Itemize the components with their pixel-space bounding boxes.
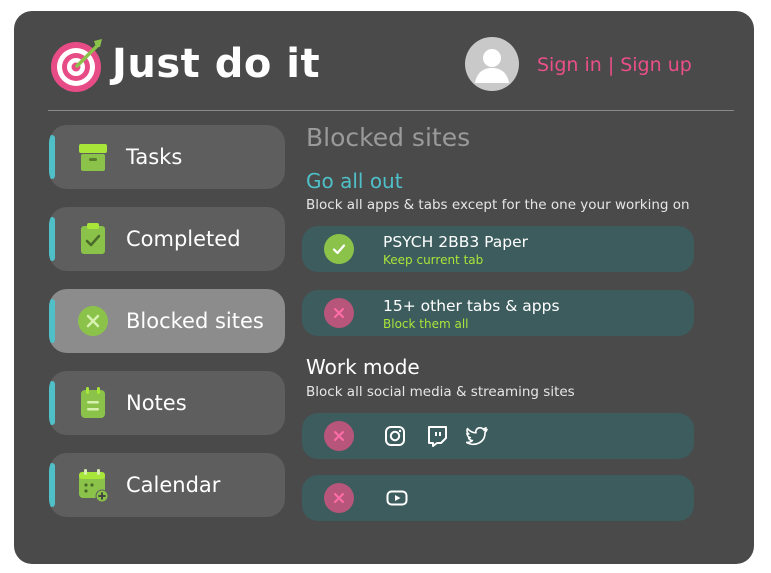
streaming-card[interactable] (302, 475, 694, 521)
blocked-toggle[interactable] (324, 298, 354, 328)
instagram-icon[interactable] (384, 425, 406, 447)
header-divider (48, 110, 734, 111)
card-subtitle: Block them all (383, 317, 469, 331)
social-media-card[interactable] (302, 413, 694, 459)
card-subtitle: Keep current tab (383, 253, 484, 267)
card-title: PSYCH 2BB3 Paper (383, 233, 529, 251)
check-icon (332, 244, 346, 255)
youtube-icon[interactable] (386, 487, 408, 509)
calendar-add-icon (79, 469, 109, 503)
sidebar-item-label: Notes (126, 391, 187, 415)
auth-links: Sign in | Sign up (537, 53, 692, 77)
x-icon (334, 308, 344, 318)
twitter-icon[interactable] (466, 425, 488, 447)
blocked-toggle[interactable] (324, 421, 354, 451)
archive-box-icon (79, 144, 107, 171)
sidebar-item-blocked-sites[interactable]: Blocked sites (49, 289, 285, 353)
sign-in-link[interactable]: Sign in (537, 53, 602, 77)
target-logo-icon (51, 39, 102, 92)
x-icon (334, 431, 344, 441)
sidebar-item-label: Calendar (126, 473, 221, 497)
blocked-toggle[interactable] (324, 483, 354, 513)
clipboard-check-icon (81, 223, 105, 254)
user-avatar-icon (475, 49, 509, 83)
sidebar-accent-bar (49, 463, 55, 507)
work-mode-description: Block all social media & streaming sites (306, 384, 575, 400)
sidebar-accent-bar (49, 299, 55, 343)
sidebar-item-label: Blocked sites (126, 309, 264, 333)
other-tabs-card[interactable]: 15+ other tabs & apps Block them all (302, 290, 694, 336)
x-circle-icon (78, 306, 108, 336)
app-window: Just do it Sign in | Sign up Tasks Compl… (14, 11, 754, 564)
twitch-icon[interactable] (426, 425, 448, 447)
go-all-out-heading: Go all out (306, 169, 403, 193)
avatar[interactable] (465, 37, 519, 91)
page-title: Blocked sites (306, 123, 471, 152)
sidebar-item-completed[interactable]: Completed (49, 207, 285, 271)
sidebar-item-tasks[interactable]: Tasks (49, 125, 285, 189)
sidebar-item-notes[interactable]: Notes (49, 371, 285, 435)
sidebar-accent-bar (49, 217, 55, 261)
sidebar-accent-bar (49, 135, 55, 179)
card-title: 15+ other tabs & apps (383, 297, 560, 315)
work-mode-heading: Work mode (306, 355, 420, 379)
sidebar-item-calendar[interactable]: Calendar (49, 453, 285, 517)
go-all-out-description: Block all apps & tabs except for the one… (306, 197, 690, 213)
sidebar-item-label: Completed (126, 227, 241, 251)
sign-up-link[interactable]: Sign up (620, 53, 692, 77)
app-title: Just do it (112, 41, 321, 87)
x-icon (334, 493, 344, 503)
sidebar-accent-bar (49, 381, 55, 425)
current-tab-card[interactable]: PSYCH 2BB3 Paper Keep current tab (302, 226, 694, 272)
auth-separator: | (607, 54, 615, 76)
allowed-toggle[interactable] (324, 234, 354, 264)
note-icon (81, 387, 105, 418)
sidebar-item-label: Tasks (126, 145, 183, 169)
